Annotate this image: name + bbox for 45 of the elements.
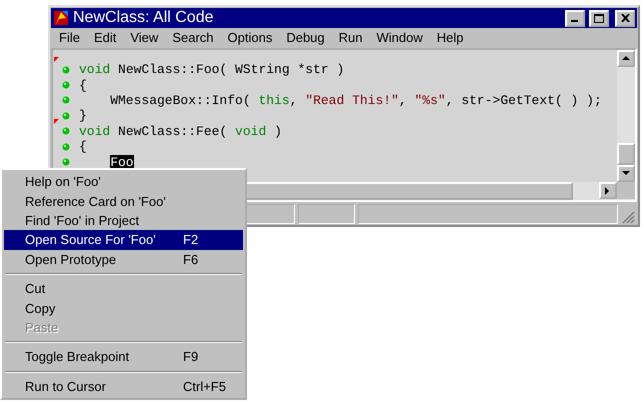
code-line: {: [79, 78, 87, 93]
context-menu-item[interactable]: Toggle Breakpoint F9: [4, 347, 243, 367]
function-marker-icon: [54, 57, 59, 62]
context-menu-item[interactable]: Open Prototype F6: [4, 250, 243, 270]
scroll-thumb[interactable]: [617, 143, 635, 165]
menu-item[interactable]: Debug: [280, 30, 333, 45]
menu-item[interactable]: Window: [370, 30, 431, 45]
menu-item[interactable]: View: [124, 30, 166, 45]
context-menu-item[interactable]: Open Source For 'Foo' F2: [4, 230, 243, 250]
breakpoint-dot-icon: [62, 66, 70, 74]
code-line: void NewClass::Fee( void ): [79, 124, 282, 139]
close-button[interactable]: [615, 10, 635, 26]
menu-item[interactable]: Run: [332, 30, 370, 45]
menu-item[interactable]: Options: [222, 30, 280, 45]
context-menu-item[interactable]: Run to Cursor Ctrl+F5: [4, 376, 243, 396]
breakpoint-dot-icon: [62, 112, 70, 120]
resize-grip-icon: [621, 210, 635, 224]
context-menu-item[interactable]: Copy: [4, 298, 243, 318]
breakpoint-dot-icon: [62, 81, 70, 90]
window-title: NewClass: All Code: [73, 9, 214, 27]
code-line: void NewClass::Foo( WString *str ): [79, 62, 344, 78]
app-logo-icon: [53, 10, 69, 26]
context-menu-item[interactable]: Cut: [4, 279, 243, 298]
vertical-scrollbar[interactable]: [617, 50, 635, 182]
maximize-button[interactable]: [589, 10, 609, 26]
code-line: }: [79, 108, 87, 124]
context-menu-item[interactable]: Reference Card on 'Foo': [4, 191, 243, 211]
breakpoint-dot-icon: [62, 127, 70, 136]
breakpoint-dot-icon: [62, 142, 70, 151]
code-line: WMessageBox::Info( this, "Read This!", "%s", str->GetText( ) );: [110, 92, 602, 108]
code-line: {: [79, 139, 87, 154]
menu-item[interactable]: Search: [166, 30, 222, 45]
minimize-button[interactable]: [565, 10, 585, 26]
menu-item[interactable]: File: [53, 30, 88, 45]
breakpoint-dot-icon: [62, 158, 70, 166]
close-icon: [620, 14, 630, 22]
function-marker-icon: [54, 118, 59, 124]
menu-item[interactable]: Edit: [88, 30, 124, 45]
breakpoint-dot-icon: [62, 96, 70, 104]
context-menu-item[interactable]: Help on 'Foo': [4, 172, 243, 192]
context-menu-item[interactable]: Find 'Foo' in Project: [4, 210, 243, 230]
menu-item[interactable]: Help: [430, 30, 472, 45]
status-pane: [298, 204, 355, 224]
maximize-icon: [594, 14, 604, 22]
scrollbar-corner: [617, 182, 635, 199]
